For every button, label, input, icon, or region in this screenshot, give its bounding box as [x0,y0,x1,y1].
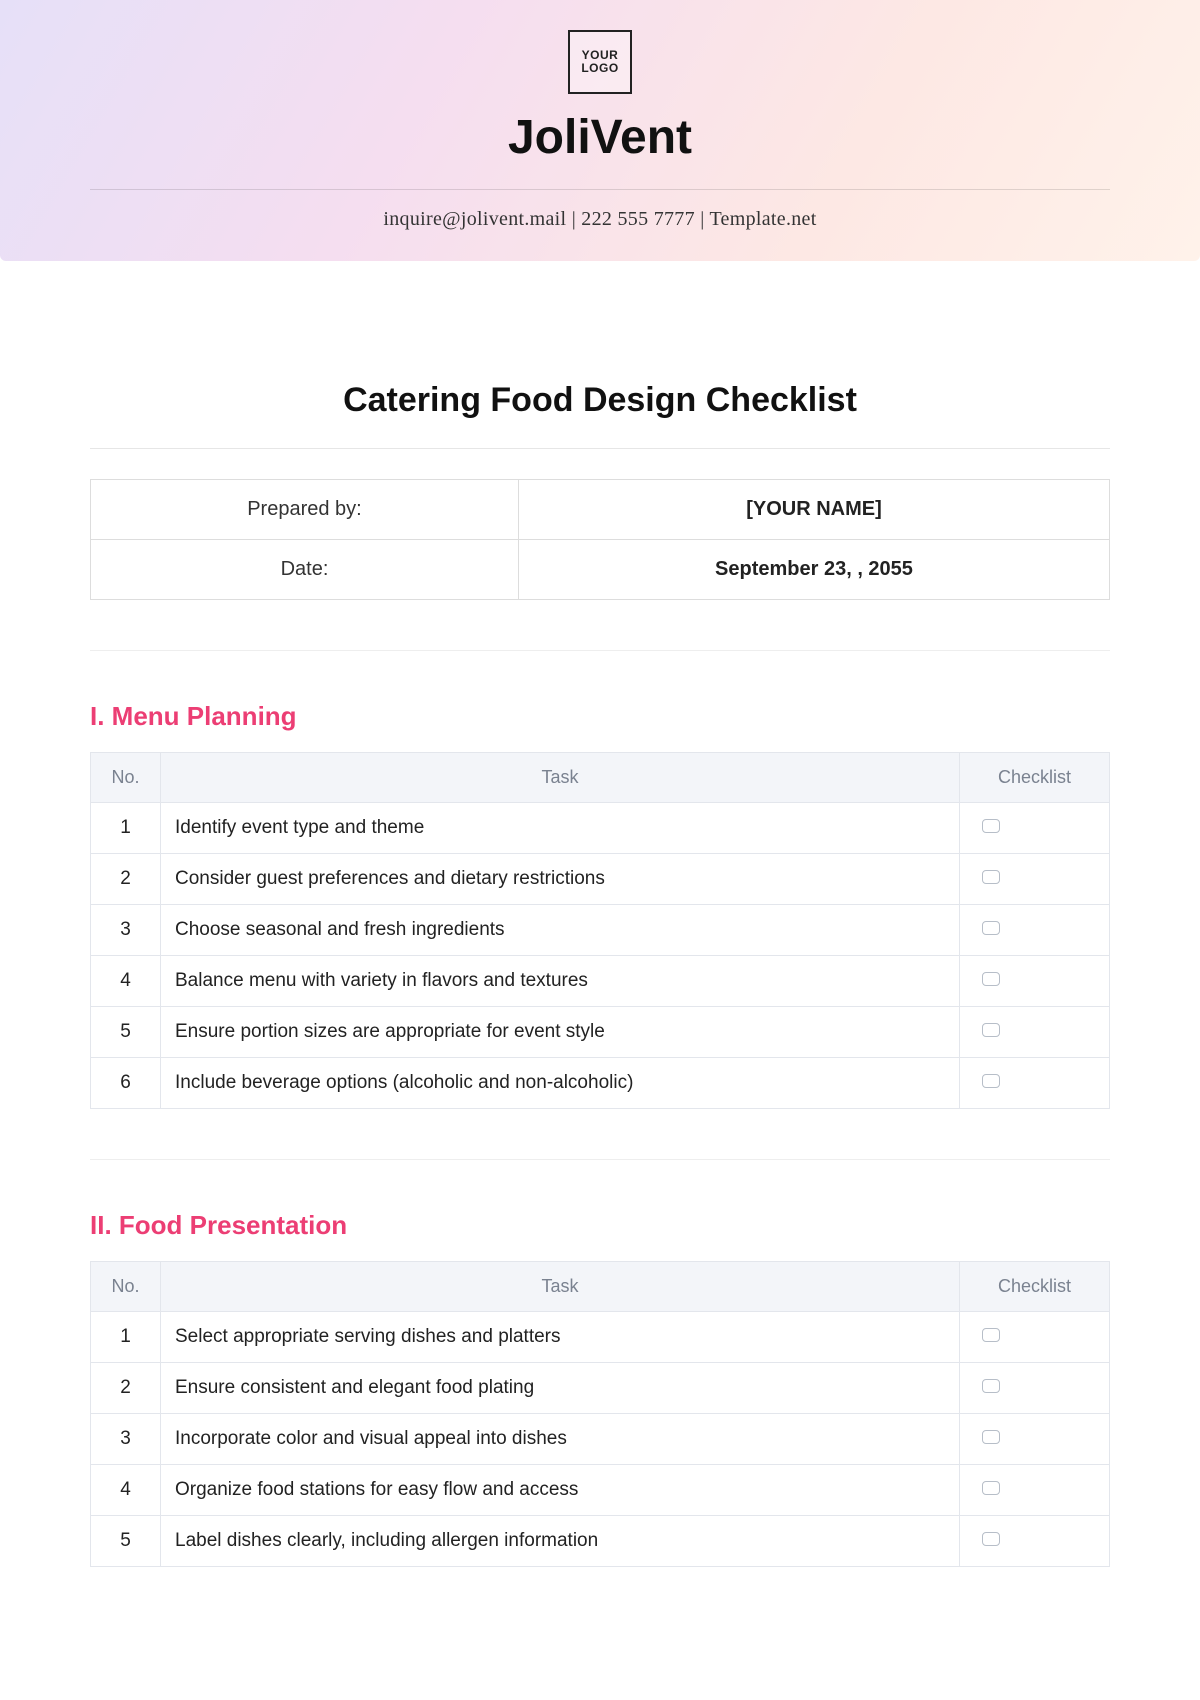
checklist-table: No.TaskChecklist1Select appropriate serv… [90,1261,1110,1567]
header-divider [90,189,1110,190]
row-checkbox-cell [960,1007,1110,1058]
table-row: 5Ensure portion sizes are appropriate fo… [91,1007,1110,1058]
row-number: 3 [91,1414,161,1465]
col-header-no: No. [91,1262,161,1312]
row-task: Consider guest preferences and dietary r… [161,854,960,905]
checkbox[interactable] [982,1532,1000,1546]
row-checkbox-cell [960,1312,1110,1363]
table-row: 3Incorporate color and visual appeal int… [91,1414,1110,1465]
table-row: 4Balance menu with variety in flavors an… [91,956,1110,1007]
meta-rule [90,650,1110,651]
table-row: 2Ensure consistent and elegant food plat… [91,1363,1110,1414]
table-row: 3Choose seasonal and fresh ingredients [91,905,1110,956]
row-number: 6 [91,1058,161,1109]
checkbox[interactable] [982,819,1000,833]
row-checkbox-cell [960,1516,1110,1567]
table-row: 1Identify event type and theme [91,803,1110,854]
date-value: September 23, , 2055 [518,540,1109,600]
checklist-table: No.TaskChecklist1Identify event type and… [90,752,1110,1109]
document-title: Catering Food Design Checklist [90,381,1110,420]
table-row: 4Organize food stations for easy flow an… [91,1465,1110,1516]
row-number: 2 [91,1363,161,1414]
col-header-no: No. [91,753,161,803]
checkbox[interactable] [982,1379,1000,1393]
meta-row-prepared-by: Prepared by: [YOUR NAME] [91,480,1110,540]
meta-table: Prepared by: [YOUR NAME] Date: September… [90,479,1110,600]
row-number: 3 [91,905,161,956]
title-rule [90,448,1110,449]
row-task: Choose seasonal and fresh ingredients [161,905,960,956]
row-task: Identify event type and theme [161,803,960,854]
table-row: 6Include beverage options (alcoholic and… [91,1058,1110,1109]
header-banner: YOUR LOGO JoliVent inquire@jolivent.mail… [0,0,1200,261]
checkbox[interactable] [982,921,1000,935]
col-header-task: Task [161,753,960,803]
date-label: Date: [91,540,519,600]
section-rule [90,1159,1110,1160]
checkbox[interactable] [982,1328,1000,1342]
meta-row-date: Date: September 23, , 2055 [91,540,1110,600]
row-number: 1 [91,803,161,854]
row-checkbox-cell [960,905,1110,956]
row-task: Balance menu with variety in flavors and… [161,956,960,1007]
row-checkbox-cell [960,956,1110,1007]
table-row: 2Consider guest preferences and dietary … [91,854,1110,905]
row-checkbox-cell [960,1363,1110,1414]
checkbox[interactable] [982,870,1000,884]
table-row: 1Select appropriate serving dishes and p… [91,1312,1110,1363]
logo-text: YOUR LOGO [570,49,630,75]
col-header-checklist: Checklist [960,1262,1110,1312]
row-number: 1 [91,1312,161,1363]
sections-container: I. Menu PlanningNo.TaskChecklist1Identif… [90,701,1110,1567]
brand-name: JoliVent [90,110,1110,165]
logo-placeholder: YOUR LOGO [568,30,632,94]
row-checkbox-cell [960,854,1110,905]
row-checkbox-cell [960,1414,1110,1465]
row-task: Include beverage options (alcoholic and … [161,1058,960,1109]
checkbox[interactable] [982,1074,1000,1088]
prepared-by-label: Prepared by: [91,480,519,540]
checkbox[interactable] [982,972,1000,986]
table-row: 5Label dishes clearly, including allerge… [91,1516,1110,1567]
contact-line: inquire@jolivent.mail | 222 555 7777 | T… [90,208,1110,231]
row-number: 2 [91,854,161,905]
col-header-task: Task [161,1262,960,1312]
prepared-by-value: [YOUR NAME] [518,480,1109,540]
row-task: Label dishes clearly, including allergen… [161,1516,960,1567]
row-checkbox-cell [960,1058,1110,1109]
row-checkbox-cell [960,803,1110,854]
col-header-checklist: Checklist [960,753,1110,803]
section-title: II. Food Presentation [90,1210,1110,1241]
row-task: Organize food stations for easy flow and… [161,1465,960,1516]
section-title: I. Menu Planning [90,701,1110,732]
document-page: YOUR LOGO JoliVent inquire@jolivent.mail… [0,0,1200,1700]
row-task: Ensure portion sizes are appropriate for… [161,1007,960,1058]
row-task: Incorporate color and visual appeal into… [161,1414,960,1465]
row-number: 4 [91,956,161,1007]
checkbox[interactable] [982,1481,1000,1495]
row-number: 4 [91,1465,161,1516]
row-number: 5 [91,1516,161,1567]
row-checkbox-cell [960,1465,1110,1516]
row-task: Select appropriate serving dishes and pl… [161,1312,960,1363]
checkbox[interactable] [982,1023,1000,1037]
checkbox[interactable] [982,1430,1000,1444]
row-task: Ensure consistent and elegant food plati… [161,1363,960,1414]
row-number: 5 [91,1007,161,1058]
